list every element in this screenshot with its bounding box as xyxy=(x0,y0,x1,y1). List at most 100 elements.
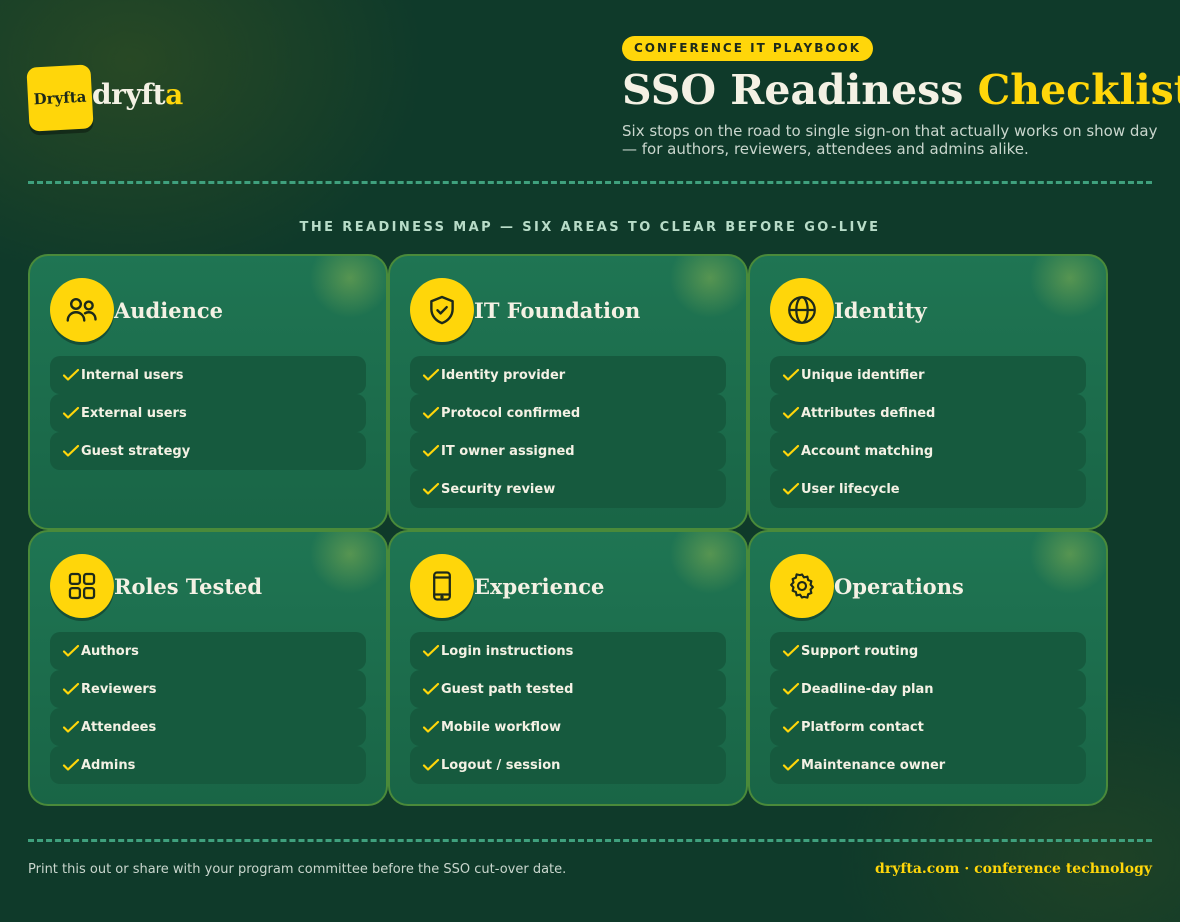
footer-link[interactable]: dryfta.com · conference technology xyxy=(875,861,1152,877)
checklist-item: Authors xyxy=(50,632,366,670)
readiness-grid: Audience Internal users External users Gues… xyxy=(28,254,1108,806)
page-title: SSO Readiness Checklist xyxy=(622,66,1180,114)
checklist-item-label: Platform contact xyxy=(801,719,924,735)
checklist-item-label: Identity provider xyxy=(441,367,566,383)
gear-icon xyxy=(770,554,834,618)
card-header: Audience xyxy=(50,278,223,342)
card-header: Experience xyxy=(410,554,604,618)
card-it-foundation: IT Foundation Identity provider Protocol c… xyxy=(388,254,748,530)
card-title: IT Foundation xyxy=(474,297,641,323)
users-icon xyxy=(50,278,114,342)
brand-badge-text: Dryfta xyxy=(33,87,87,109)
checklist-item-label: Internal users xyxy=(81,367,184,383)
checklist: Unique identifier Attributes defined Accou… xyxy=(770,356,1086,508)
checklist-item-label: Support routing xyxy=(801,643,919,659)
check-icon xyxy=(62,406,80,419)
checklist-item-label: User lifecycle xyxy=(801,481,900,497)
page-title-main: SSO Readiness xyxy=(622,66,964,114)
checklist: Login instructions Guest path tested Mobil… xyxy=(410,632,726,784)
checklist-item: Admins xyxy=(50,746,366,784)
checklist-item-label: Deadline-day plan xyxy=(801,681,934,697)
check-icon xyxy=(422,444,440,457)
checklist-item: Deadline-day plan xyxy=(770,670,1086,708)
checklist-item: Guest path tested xyxy=(410,670,726,708)
checklist-item: Identity provider xyxy=(410,356,726,394)
checklist-item: User lifecycle xyxy=(770,470,1086,508)
check-icon xyxy=(782,682,800,695)
checklist: Internal users External users Guest strate… xyxy=(50,356,366,470)
check-icon xyxy=(782,644,800,657)
check-icon xyxy=(782,720,800,733)
check-icon xyxy=(62,644,80,657)
page-title-accent: Checklist xyxy=(977,66,1180,114)
globe-icon xyxy=(770,278,834,342)
checklist-item: Reviewers xyxy=(50,670,366,708)
checklist-item-label: Attributes defined xyxy=(801,405,936,421)
checklist-item-label: Login instructions xyxy=(441,643,574,659)
card-header: Operations xyxy=(770,554,964,618)
checklist-item: Logout / session xyxy=(410,746,726,784)
card-title: Identity xyxy=(834,297,927,323)
card-title: Roles Tested xyxy=(114,573,263,599)
card-title: Audience xyxy=(114,297,223,323)
checklist-item-label: Admins xyxy=(81,757,136,773)
check-icon xyxy=(62,758,80,771)
check-icon xyxy=(422,758,440,771)
check-icon xyxy=(62,682,80,695)
card-header: Roles Tested xyxy=(50,554,262,618)
card-header: IT Foundation xyxy=(410,278,640,342)
checklist-item: Support routing xyxy=(770,632,1086,670)
card-operations: Operations Support routing Deadline-day pl… xyxy=(748,530,1108,806)
checklist-item: Security review xyxy=(410,470,726,508)
checklist-item-label: Guest path tested xyxy=(441,681,574,697)
checklist-item: Internal users xyxy=(50,356,366,394)
checklist-item-label: Reviewers xyxy=(81,681,157,697)
checklist-item: Protocol confirmed xyxy=(410,394,726,432)
card-experience: Experience Login instructions Guest path t… xyxy=(388,530,748,806)
check-icon xyxy=(62,444,80,457)
checklist-item: Login instructions xyxy=(410,632,726,670)
check-icon xyxy=(782,482,800,495)
checklist-item-label: Guest strategy xyxy=(81,443,191,459)
checklist-item: Attendees xyxy=(50,708,366,746)
check-icon xyxy=(62,720,80,733)
section-title: THE READINESS MAP — SIX AREAS TO CLEAR B… xyxy=(299,220,881,235)
checklist-item-label: IT owner assigned xyxy=(441,443,575,459)
card-audience: Audience Internal users External users Gues… xyxy=(28,254,388,530)
page-subtitle: Six stops on the road to single sign-on … xyxy=(622,122,1158,158)
checklist-item: Guest strategy xyxy=(50,432,366,470)
checklist: Authors Reviewers Attendees Admins xyxy=(50,632,366,784)
check-icon xyxy=(782,444,800,457)
checklist-item-label: Maintenance owner xyxy=(801,757,946,773)
checklist-item: Unique identifier xyxy=(770,356,1086,394)
checklist: Identity provider Protocol confirmed IT ow… xyxy=(410,356,726,508)
top-divider xyxy=(28,181,1152,184)
checklist-item: Mobile workflow xyxy=(410,708,726,746)
checklist-item-label: Protocol confirmed xyxy=(441,405,581,421)
bottom-divider xyxy=(28,839,1152,842)
checklist-item-label: Security review xyxy=(441,481,556,497)
checklist-item-label: External users xyxy=(81,405,187,421)
check-icon xyxy=(62,368,80,381)
check-icon xyxy=(422,406,440,419)
brand-wordmark-accent: a xyxy=(165,78,183,111)
footer-note: Print this out or share with your progra… xyxy=(28,862,567,877)
checklist-item-label: Attendees xyxy=(81,719,157,735)
check-icon xyxy=(422,368,440,381)
checklist-item: Attributes defined xyxy=(770,394,1086,432)
brand-wordmark: dryfta xyxy=(92,78,183,111)
checklist-item-label: Account matching xyxy=(801,443,934,459)
checklist: Support routing Deadline-day plan Platform… xyxy=(770,632,1086,784)
checklist-item-label: Mobile workflow xyxy=(441,719,562,735)
brand-wordmark-main: dryft xyxy=(92,78,166,111)
checklist-item: Account matching xyxy=(770,432,1086,470)
check-icon xyxy=(782,368,800,381)
check-icon xyxy=(422,482,440,495)
card-identity: Identity Unique identifier Attributes defi… xyxy=(748,254,1108,530)
grid-icon xyxy=(50,554,114,618)
checklist-item: IT owner assigned xyxy=(410,432,726,470)
checklist-item: External users xyxy=(50,394,366,432)
checklist-item: Platform contact xyxy=(770,708,1086,746)
checklist-item-label: Unique identifier xyxy=(801,367,925,383)
checklist-item: Maintenance owner xyxy=(770,746,1086,784)
